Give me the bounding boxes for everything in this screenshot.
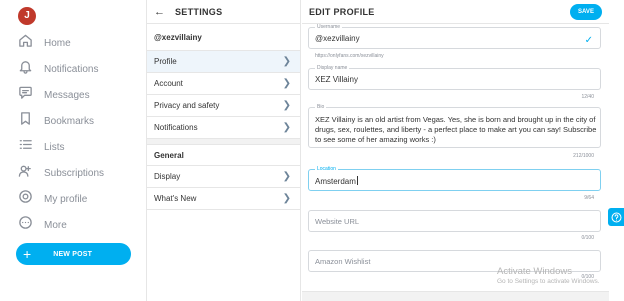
bio-counter: 212/1000 [573,153,594,159]
nav-item-subscriptions[interactable]: Subscriptions [18,162,104,184]
chevron-right-icon: ❯ [282,193,291,204]
bio-field[interactable]: Bio XEZ Villainy is an old artist from V… [308,104,601,148]
bio-value: XEZ Villainy is an old artist from Vegas… [315,115,597,144]
bookmark-icon [18,111,33,131]
profile-icon [18,189,33,209]
settings-item-label: What's New [154,194,197,203]
check-icon: ✓ [584,35,593,46]
username-field[interactable]: Username @xezvillainy ✓ [308,24,601,49]
settings-item-label: Display [154,172,181,181]
more-icon [18,215,33,235]
help-icon [611,212,621,222]
nav-item-label: Notifications [44,63,99,75]
general-section-title: General [147,145,300,166]
arrow-left-icon[interactable]: ← [154,6,165,18]
main-nav: J Home Notifications Messages Bookmarks … [0,0,146,301]
nav-item-label: More [44,219,67,231]
home-icon [18,33,33,53]
chevron-right-icon: ❯ [282,171,291,182]
settings-item-label: Account [154,79,183,88]
settings-item-profile[interactable]: Profile ❯ [147,51,300,73]
text-cursor [356,176,358,185]
display-name-counter: 12/40 [581,94,594,100]
nav-item-label: Lists [44,141,65,153]
windows-watermark: Activate Windows Go to Settings to activ… [497,266,600,285]
chevron-right-icon: ❯ [282,100,291,111]
display-name-label: Display name [315,65,350,71]
settings-item-label: Profile [154,57,177,66]
bell-icon [18,59,33,79]
settings-item-privacy[interactable]: Privacy and safety ❯ [147,95,300,117]
nav-item-label: My profile [44,193,88,205]
website-placeholder: Website URL [315,217,360,226]
nav-item-home[interactable]: Home [18,32,71,54]
message-icon [18,85,33,105]
watermark-line1: Activate Windows [497,266,572,277]
settings-username: @xezvillainy [147,24,300,51]
website-counter: 0/100 [581,235,594,241]
bottom-bar [302,291,609,301]
settings-header: ← SETTINGS [147,0,300,24]
new-post-button[interactable]: + NEW POST [16,243,131,265]
display-name-value: XEZ Villainy [315,75,358,84]
location-value: Amsterdam [315,176,358,186]
username-label: Username [315,24,343,30]
nav-item-notifications[interactable]: Notifications [18,58,98,80]
wishlist-placeholder: Amazon Wishlist [315,257,371,266]
help-button[interactable] [608,208,624,226]
username-value: @xezvillainy [315,34,360,43]
nav-item-lists[interactable]: Lists [18,136,65,158]
website-field[interactable]: Website URL [308,210,601,232]
edit-profile-header: EDIT PROFILE SAVE [302,0,609,24]
nav-item-label: Bookmarks [44,115,95,127]
edit-profile-panel: EDIT PROFILE SAVE Username @xezvillainy … [302,0,609,301]
settings-item-whats-new[interactable]: What's New ❯ [147,188,300,210]
settings-item-label: Privacy and safety [154,101,220,110]
nav-item-bookmarks[interactable]: Bookmarks [18,110,94,132]
subscriptions-icon [18,163,33,183]
settings-item-label: Notifications [154,123,198,132]
chevron-right-icon: ❯ [282,56,291,67]
app-window: J Home Notifications Messages Bookmarks … [0,0,624,301]
location-counter: 9/64 [584,195,594,201]
location-label: Location [315,166,338,172]
chevron-right-icon: ❯ [282,78,291,89]
profile-url-hint: https://onlyfans.com/xezvillainy [315,53,384,59]
nav-item-label: Home [44,37,71,49]
settings-item-display[interactable]: Display ❯ [147,166,300,188]
settings-panel: ← SETTINGS @xezvillainy Profile ❯ Accoun… [146,0,301,301]
nav-item-my-profile[interactable]: My profile [18,188,87,210]
settings-item-notifications[interactable]: Notifications ❯ [147,117,300,139]
edit-profile-title: EDIT PROFILE [309,6,375,17]
nav-item-label: Messages [44,89,90,101]
new-post-label: NEW POST [53,250,93,258]
display-name-field[interactable]: Display name XEZ Villainy [308,65,601,90]
location-text: Amsterdam [315,177,356,186]
bio-label: Bio [315,104,327,110]
save-button[interactable]: SAVE [570,3,602,20]
settings-item-account[interactable]: Account ❯ [147,73,300,95]
avatar[interactable]: J [18,7,36,25]
list-icon [18,137,33,157]
watermark-line2: Go to Settings to activate Windows. [497,278,600,285]
location-field[interactable]: Location Amsterdam [308,166,601,191]
plus-icon: + [23,246,32,262]
nav-item-label: Subscriptions [44,167,105,179]
nav-item-more[interactable]: More [18,214,67,236]
nav-item-messages[interactable]: Messages [18,84,90,106]
chevron-right-icon: ❯ [282,122,291,133]
settings-title: SETTINGS [175,6,223,17]
